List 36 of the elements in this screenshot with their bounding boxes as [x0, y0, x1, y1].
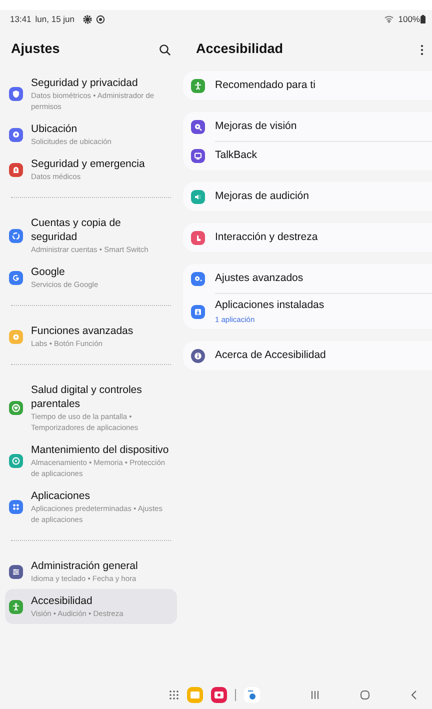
- item-title: Accesibilidad: [31, 594, 94, 608]
- item-title: Administración general: [31, 559, 138, 573]
- item-title: Mantenimiento del dispositivo: [31, 443, 169, 457]
- date: lun, 15 jun: [35, 12, 75, 26]
- menu-item-title[interactable]: Interacción y destreza: [215, 230, 318, 246]
- menu-item-title[interactable]: Acerca de Accesibilidad: [215, 348, 326, 364]
- item-title: Ubicación: [31, 122, 78, 136]
- item-title: Cuentas y copia de seguridad: [31, 216, 122, 244]
- more-options-icon[interactable]: [420, 44, 424, 56]
- menu-item-title[interactable]: Ajustes avanzados: [215, 270, 304, 286]
- target-circle-icon: [96, 14, 105, 24]
- menu-item-title[interactable]: Aplicaciones instaladas: [215, 298, 324, 314]
- item-title: Google: [31, 265, 66, 279]
- search-icon[interactable]: [159, 44, 171, 56]
- app-shortcut-icon[interactable]: [244, 687, 260, 703]
- wifi-icon: [384, 15, 394, 23]
- home-icon[interactable]: [360, 690, 370, 700]
- item-title: Seguridad y privacidad: [31, 76, 139, 90]
- camera-app-icon[interactable]: [211, 687, 227, 703]
- gear-icon: [82, 14, 92, 24]
- battery-percent: 100%: [398, 12, 420, 26]
- item-title: Aplicaciones: [31, 489, 91, 503]
- item-title: Salud digital y controles parentales: [31, 383, 143, 411]
- menu-item-title[interactable]: Recomendado para ti: [215, 78, 316, 94]
- item-title: Funciones avanzadas: [31, 324, 134, 338]
- pane-title: Ajustes: [11, 40, 60, 58]
- battery-icon: [420, 14, 426, 24]
- menu-item-title[interactable]: Mejoras de visión: [215, 118, 297, 134]
- item-title: Seguridad y emergencia: [31, 157, 145, 171]
- menu-item-title[interactable]: Mejoras de audición: [215, 188, 309, 204]
- clock: 13:41: [10, 12, 32, 26]
- recent-apps-icon[interactable]: [310, 690, 320, 700]
- pane-title: Accesibilidad: [196, 40, 284, 58]
- back-icon[interactable]: [410, 690, 418, 700]
- apps-grid-icon[interactable]: [169, 690, 179, 700]
- menu-item-title[interactable]: TalkBack: [215, 148, 258, 164]
